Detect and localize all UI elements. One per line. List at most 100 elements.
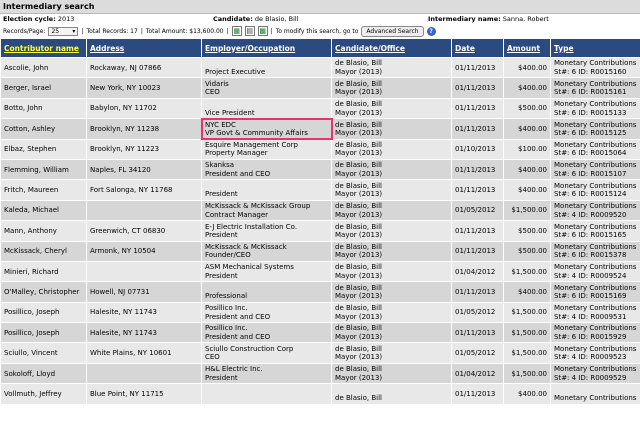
cell-candidate-office: de Blasio, Bill Mayor (2013) bbox=[331, 77, 452, 99]
cell-employer-occupation-line1: Posillico Inc. bbox=[205, 324, 248, 333]
cell-employer-occupation-line2: Vice President bbox=[205, 108, 255, 117]
help-icon[interactable]: ? bbox=[426, 26, 436, 36]
cell-contributor-name: Ascolie, John bbox=[0, 56, 87, 79]
separator: | bbox=[140, 27, 143, 35]
table-row: Flemming, William Naples, FL 34120 Skanksa… bbox=[0, 158, 640, 181]
advanced-search-button[interactable]: Advanced Search bbox=[361, 25, 424, 37]
records-per-page-label: Records/Page: bbox=[3, 27, 46, 35]
cell-candidate-office: de Blasio, Bill Mayor (2013) bbox=[331, 138, 452, 160]
cell-type-line1: Monetary Contributions bbox=[554, 263, 637, 272]
cell-contributor-name: Flemming, William bbox=[0, 158, 87, 181]
search-info: Election cycle: 2013 Candidate: de Blasi… bbox=[0, 14, 640, 24]
cell-address bbox=[86, 260, 202, 283]
election-value: 2013 bbox=[57, 15, 75, 23]
cell-type: Monetary Contributions St#: 4 ID: R000952… bbox=[550, 362, 640, 385]
column-header-amount[interactable]: Amount bbox=[503, 38, 551, 58]
column-header-employer-occupation[interactable]: Employer/Occupation bbox=[201, 38, 332, 58]
table-row: Sokoloff, Lloyd H&L Electric Inc. Presiden… bbox=[0, 362, 640, 385]
cell-address bbox=[86, 199, 202, 222]
cell-date: 01/11/2013 bbox=[451, 322, 504, 344]
cell-date: 01/11/2013 bbox=[451, 220, 504, 242]
column-header-contributor-name[interactable]: Contributor name bbox=[0, 38, 87, 58]
table-row: Kaleda, Michael McKissack & McKissack Gro… bbox=[0, 199, 640, 222]
cell-contributor-name: Botto, John bbox=[0, 97, 87, 120]
cell-employer-occupation-line2: President and CEO bbox=[205, 169, 271, 178]
cell-amount: $500.00 bbox=[503, 240, 551, 262]
cell-address: Halesite, NY 11743 bbox=[86, 301, 202, 324]
cell-date: 01/04/2012 bbox=[451, 362, 504, 385]
cell-address: New York, NY 10023 bbox=[86, 77, 202, 99]
cell-candidate-office-line1: de Blasio, Bill bbox=[335, 344, 382, 353]
cell-employer-occupation-line1: Esquire Management Corp bbox=[205, 140, 298, 149]
cell-employer-occupation-line1: Posillico Inc. bbox=[205, 304, 248, 313]
cell-amount: $500.00 bbox=[503, 220, 551, 242]
cell-amount: $1,500.00 bbox=[503, 260, 551, 283]
cell-employer-occupation: Skanksa President and CEO bbox=[201, 158, 332, 181]
cell-date: 01/11/2013 bbox=[451, 383, 504, 405]
cell-type-line1: Monetary Contributions bbox=[554, 140, 637, 149]
cell-type: Monetary Contributions St#: 6 ID: R001513… bbox=[550, 97, 640, 120]
column-header-type[interactable]: Type bbox=[550, 38, 640, 58]
cell-type: Monetary Contributions St#: 6 ID: R001506… bbox=[550, 138, 640, 160]
cell-type-line2: St#: 6 ID: R0015160 bbox=[554, 67, 627, 76]
cell-address: Babylon, NY 11702 bbox=[86, 97, 202, 120]
cell-date: 01/11/2013 bbox=[451, 179, 504, 201]
cell-employer-occupation: E-J Electric Installation Co. President bbox=[201, 220, 332, 242]
cell-candidate-office: de Blasio, Bill Mayor (2013) bbox=[331, 281, 452, 303]
modify-search-text: To modify this search, go to bbox=[275, 27, 359, 35]
cell-contributor-name: Posillico, Joseph bbox=[0, 322, 87, 344]
records-per-page-value: 25 bbox=[51, 27, 60, 35]
table-row: Cotton, Ashley Brooklyn, NY 11238 NYC EDC V… bbox=[0, 117, 640, 141]
cell-candidate-office: de Blasio, Bill Mayor (2013) bbox=[331, 301, 452, 324]
cell-employer-occupation: McKissack & McKissack Group Contract Mana… bbox=[201, 199, 332, 222]
cell-candidate-office-line1: de Blasio, Bill bbox=[335, 394, 382, 403]
cell-type: Monetary Contributions St#: 6 ID: R001516… bbox=[550, 77, 640, 99]
cell-candidate-office-line2: Mayor (2013) bbox=[335, 210, 383, 219]
controls-bar: Records/Page: 25 ▾ | Total Records: 17 |… bbox=[0, 24, 640, 38]
table-row: Vollmuth, Jeffrey Blue Point, NY 11715 de … bbox=[0, 383, 640, 405]
column-header-candidate-office[interactable]: Candidate/Office bbox=[331, 38, 452, 58]
cell-contributor-name: Sciullo, Vincent bbox=[0, 342, 87, 364]
cell-type-line1: Monetary Contributions bbox=[554, 79, 637, 88]
cell-candidate-office-line2: Mayor (2013) bbox=[335, 292, 383, 301]
spreadsheet-icon[interactable]: ▦ bbox=[231, 26, 242, 36]
cell-address: White Plains, NY 10601 bbox=[86, 342, 202, 364]
cell-type-line2: St#: 6 ID: R0015169 bbox=[554, 292, 627, 301]
cell-amount: $1,500.00 bbox=[503, 322, 551, 344]
table-header-row: Contributor name Address Employer/Occupa… bbox=[0, 38, 640, 58]
candidate: Candidate: de Blasio, Bill bbox=[213, 15, 428, 23]
cell-contributor-name: Vollmuth, Jeffrey bbox=[0, 383, 87, 405]
cell-date: 01/11/2013 bbox=[451, 56, 504, 79]
cell-employer-occupation-line1: McKissack & McKissack Group bbox=[205, 202, 311, 211]
export-icon[interactable]: ▩ bbox=[257, 26, 268, 36]
cell-employer-occupation: President bbox=[201, 179, 332, 201]
cell-address: Brooklyn, NY 11238 bbox=[86, 118, 202, 140]
cell-amount: $1,500.00 bbox=[503, 342, 551, 364]
cell-candidate-office-line2: Mayor (2013) bbox=[335, 169, 383, 178]
records-per-page-select[interactable]: 25 ▾ bbox=[48, 26, 79, 36]
cell-candidate-office-line2: Mayor (2013) bbox=[335, 353, 383, 362]
cell-employer-occupation-line2: President bbox=[205, 271, 238, 280]
cell-employer-occupation-line2: Contract Manager bbox=[205, 210, 269, 219]
cell-employer-occupation-line2: President bbox=[205, 373, 238, 382]
column-header-date[interactable]: Date bbox=[451, 38, 504, 58]
cell-type-line1: Monetary Contributions bbox=[554, 365, 637, 374]
cell-amount: $400.00 bbox=[503, 383, 551, 405]
cell-type: Monetary Contributions St#: 4 ID: R000952… bbox=[550, 199, 640, 222]
cell-type-line2: St#: 6 ID: R0015125 bbox=[554, 129, 627, 138]
cell-type-line1: Monetary Contributions bbox=[554, 283, 637, 292]
column-header-address[interactable]: Address bbox=[86, 38, 202, 58]
table-row: Ascolie, John Rockaway, NJ 07866 Project E… bbox=[0, 56, 640, 79]
cell-type: Monetary Contributions St#: 6 ID: R001592… bbox=[550, 322, 640, 344]
cell-candidate-office-line2: Mayor (2013) bbox=[335, 129, 383, 138]
document-icon[interactable]: ▤ bbox=[244, 26, 255, 36]
cell-candidate-office-line2: Mayor (2013) bbox=[335, 108, 383, 117]
table-row: McKissack, Cheryl Armonk, NY 10504 McKissa… bbox=[0, 240, 640, 262]
cell-address: Armonk, NY 10504 bbox=[86, 240, 202, 262]
cell-amount: $1,500.00 bbox=[503, 362, 551, 385]
cell-candidate-office: de Blasio, Bill Mayor (2013) bbox=[331, 260, 452, 283]
cell-type-line1: Monetary Contributions bbox=[554, 324, 637, 333]
table-row: Berger, Israel New York, NY 10023 Vidaris C… bbox=[0, 77, 640, 99]
cell-address: Howell, NJ 07731 bbox=[86, 281, 202, 303]
table-row: Elbaz, Stephen Brooklyn, NY 11223 Esquire … bbox=[0, 138, 640, 160]
